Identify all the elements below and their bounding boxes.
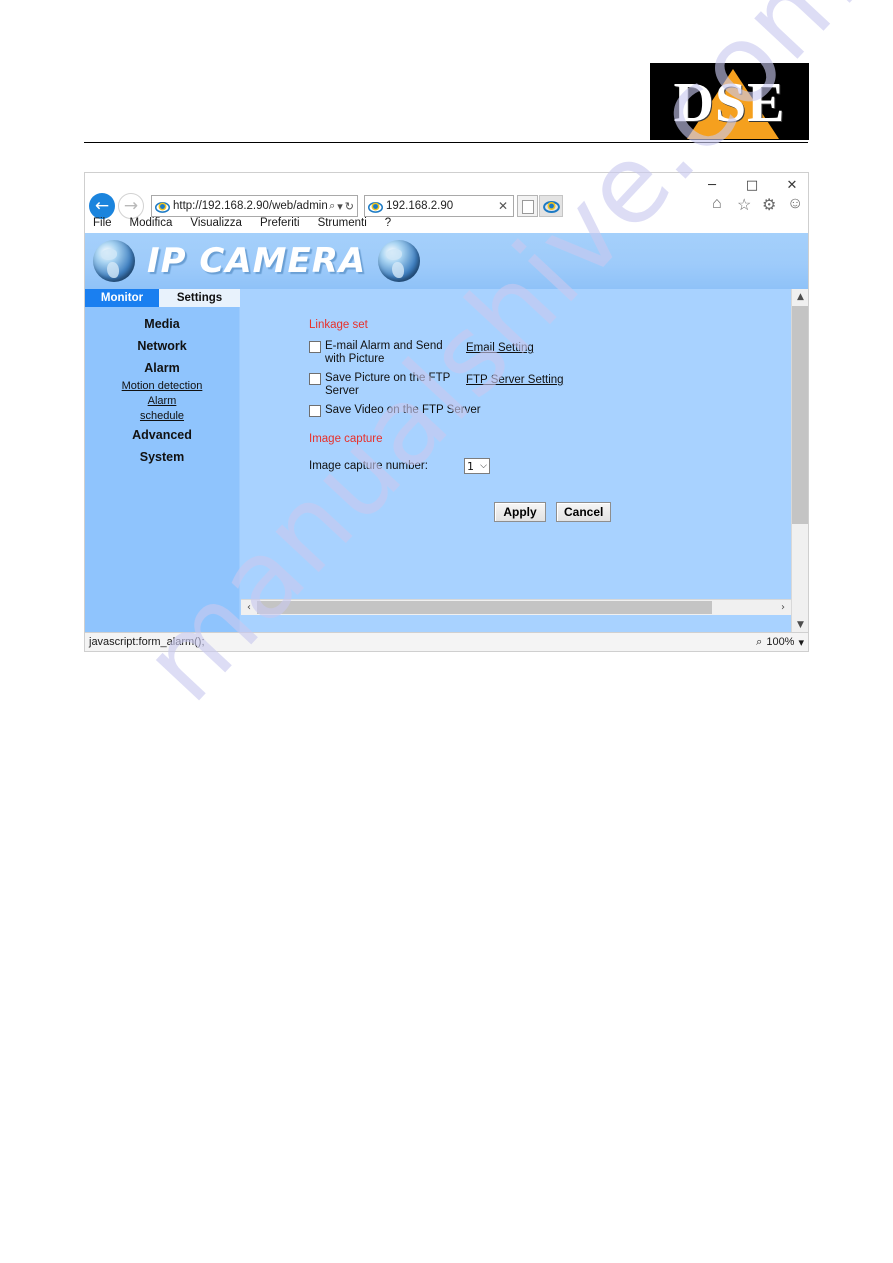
form-button-row: Apply Cancel bbox=[494, 502, 791, 522]
ie-logo-icon bbox=[155, 201, 170, 213]
forward-button[interactable]: → bbox=[118, 193, 144, 219]
ie-swoosh-icon bbox=[542, 201, 560, 213]
sidebar-item-advanced[interactable]: Advanced bbox=[85, 424, 239, 446]
tab-close-icon[interactable]: ✕ bbox=[496, 199, 510, 213]
home-icon[interactable]: ⌂ bbox=[712, 195, 727, 212]
refresh-icon[interactable]: ↻ bbox=[345, 200, 354, 213]
menu-item-preferiti[interactable]: Preferiti bbox=[260, 217, 300, 229]
sidebar: Media Network Alarm Motion detection Ala… bbox=[85, 307, 240, 634]
sidebar-item-network[interactable]: Network bbox=[85, 335, 239, 357]
tab-settings[interactable]: Settings bbox=[159, 289, 240, 307]
status-text: javascript:form_alarm(); bbox=[89, 636, 205, 648]
menu-item-modifica[interactable]: Modifica bbox=[130, 217, 173, 229]
tab-strip: 192.168.2.90 ✕ bbox=[364, 195, 563, 217]
select-image-capture-number[interactable]: 1 ⌵ bbox=[464, 458, 490, 474]
window-controls: ─ □ ✕ bbox=[700, 177, 804, 194]
label-image-capture-number: Image capture number: bbox=[309, 460, 428, 472]
checkbox-save-video-ftp[interactable] bbox=[309, 405, 321, 417]
vertical-scroll-thumb[interactable] bbox=[792, 306, 808, 524]
sidebar-link-motion-detection[interactable]: Motion detection bbox=[85, 379, 239, 394]
smiley-feedback-icon[interactable]: ☺ bbox=[787, 195, 803, 212]
logo-text: DSE bbox=[673, 72, 786, 134]
checkbox-email-alarm[interactable] bbox=[309, 341, 321, 353]
chevron-down-icon[interactable]: ▾ bbox=[337, 200, 343, 213]
link-ftp-server-setting[interactable]: FTP Server Setting bbox=[466, 372, 564, 386]
menu-item-file[interactable]: File bbox=[93, 217, 112, 229]
ie-launch-button[interactable] bbox=[539, 195, 563, 217]
option-row-save-picture-ftp: Save Picture on the FTP Server FTP Serve… bbox=[309, 372, 791, 398]
browser-command-bar: ⌂ ☆ ⚙ ☺ bbox=[712, 195, 803, 214]
status-bar: javascript:form_alarm(); ⌕ 100% ▾ bbox=[85, 632, 808, 651]
favorites-star-icon[interactable]: ☆ bbox=[737, 195, 752, 214]
globe-icon-left bbox=[93, 240, 135, 282]
cancel-button[interactable]: Cancel bbox=[556, 502, 612, 522]
vertical-scrollbar[interactable]: ▲ ▼ bbox=[791, 289, 808, 634]
address-input[interactable]: http://192.168.2.90/web/admin.html bbox=[173, 200, 327, 212]
tab-ie-logo-icon bbox=[368, 201, 383, 213]
linkage-set-heading: Linkage set bbox=[309, 319, 368, 331]
chevron-down-icon: ⌵ bbox=[480, 461, 487, 471]
dse-logo: DSE bbox=[650, 63, 809, 140]
sidebar-item-system[interactable]: System bbox=[85, 446, 239, 468]
sidebar-link-schedule[interactable]: schedule bbox=[85, 409, 239, 424]
brand-title: IP CAMERA bbox=[147, 241, 367, 281]
document-header: DSE bbox=[0, 0, 893, 150]
select-value: 1 bbox=[467, 459, 474, 473]
search-icon[interactable]: ⌕ bbox=[329, 199, 335, 213]
label-save-video-ftp: Save Video on the FTP Server bbox=[325, 404, 481, 416]
zoom-level-label: 100% bbox=[766, 636, 795, 648]
zoom-caret-icon[interactable]: ▾ bbox=[798, 636, 804, 649]
close-icon[interactable]: ✕ bbox=[780, 177, 804, 194]
apply-button[interactable]: Apply bbox=[494, 502, 546, 522]
new-tab-button[interactable] bbox=[517, 195, 538, 217]
browser-tab[interactable]: 192.168.2.90 ✕ bbox=[364, 195, 514, 217]
label-email-alarm: E-mail Alarm and Send with Picture bbox=[325, 340, 443, 365]
horizontal-scroll-thumb[interactable] bbox=[257, 601, 712, 614]
zoom-control[interactable]: ⌕ 100% ▾ bbox=[756, 636, 804, 649]
brand-banner: IP CAMERA bbox=[85, 233, 808, 289]
link-email-setting[interactable]: Email Setting bbox=[466, 340, 534, 354]
sidebar-item-alarm[interactable]: Alarm bbox=[85, 357, 239, 379]
scroll-up-arrow-icon[interactable]: ▲ bbox=[792, 289, 808, 306]
option-row-save-video-ftp: Save Video on the FTP Server bbox=[309, 404, 791, 424]
back-button[interactable]: ← bbox=[89, 193, 115, 219]
checkbox-save-picture-ftp[interactable] bbox=[309, 373, 321, 385]
scroll-right-arrow-icon[interactable]: › bbox=[775, 600, 791, 615]
globe-icon-right bbox=[378, 240, 421, 282]
minimize-icon[interactable]: ─ bbox=[700, 177, 724, 194]
sidebar-link-alarm[interactable]: Alarm bbox=[85, 394, 239, 409]
image-capture-number-row: Image capture number: 1 ⌵ bbox=[309, 458, 791, 474]
menu-item-help[interactable]: ? bbox=[385, 217, 391, 229]
header-divider bbox=[84, 142, 808, 143]
menu-item-visualizza[interactable]: Visualizza bbox=[190, 217, 242, 229]
tab-monitor[interactable]: Monitor bbox=[85, 289, 159, 307]
settings-content: Linkage set E-mail Alarm and Send with P… bbox=[241, 307, 791, 634]
address-bar[interactable]: http://192.168.2.90/web/admin.html ⌕ ▾ ↻ bbox=[151, 195, 358, 217]
zoom-magnifier-icon: ⌕ bbox=[756, 635, 763, 648]
tab-title: 192.168.2.90 bbox=[386, 200, 454, 212]
image-capture-heading: Image capture bbox=[309, 433, 383, 445]
menu-bar: File Modifica Visualizza Preferiti Strum… bbox=[93, 217, 391, 229]
browser-window: ─ □ ✕ ⌂ ☆ ⚙ ☺ ← → http://192.168.2.90/we… bbox=[84, 172, 809, 652]
gear-icon[interactable]: ⚙ bbox=[762, 195, 777, 214]
horizontal-scrollbar[interactable]: ‹ › bbox=[241, 599, 791, 615]
maximize-icon[interactable]: □ bbox=[740, 177, 764, 194]
menu-item-strumenti[interactable]: Strumenti bbox=[318, 217, 367, 229]
page-viewport: IP CAMERA Monitor Settings Media Network… bbox=[85, 233, 808, 634]
sidebar-item-media[interactable]: Media bbox=[85, 313, 239, 335]
label-save-picture-ftp: Save Picture on the FTP Server bbox=[325, 372, 451, 397]
page-tabs: Monitor Settings bbox=[85, 289, 240, 307]
scroll-left-arrow-icon[interactable]: ‹ bbox=[241, 600, 257, 615]
option-row-email-alarm: E-mail Alarm and Send with Picture Email… bbox=[309, 340, 791, 366]
